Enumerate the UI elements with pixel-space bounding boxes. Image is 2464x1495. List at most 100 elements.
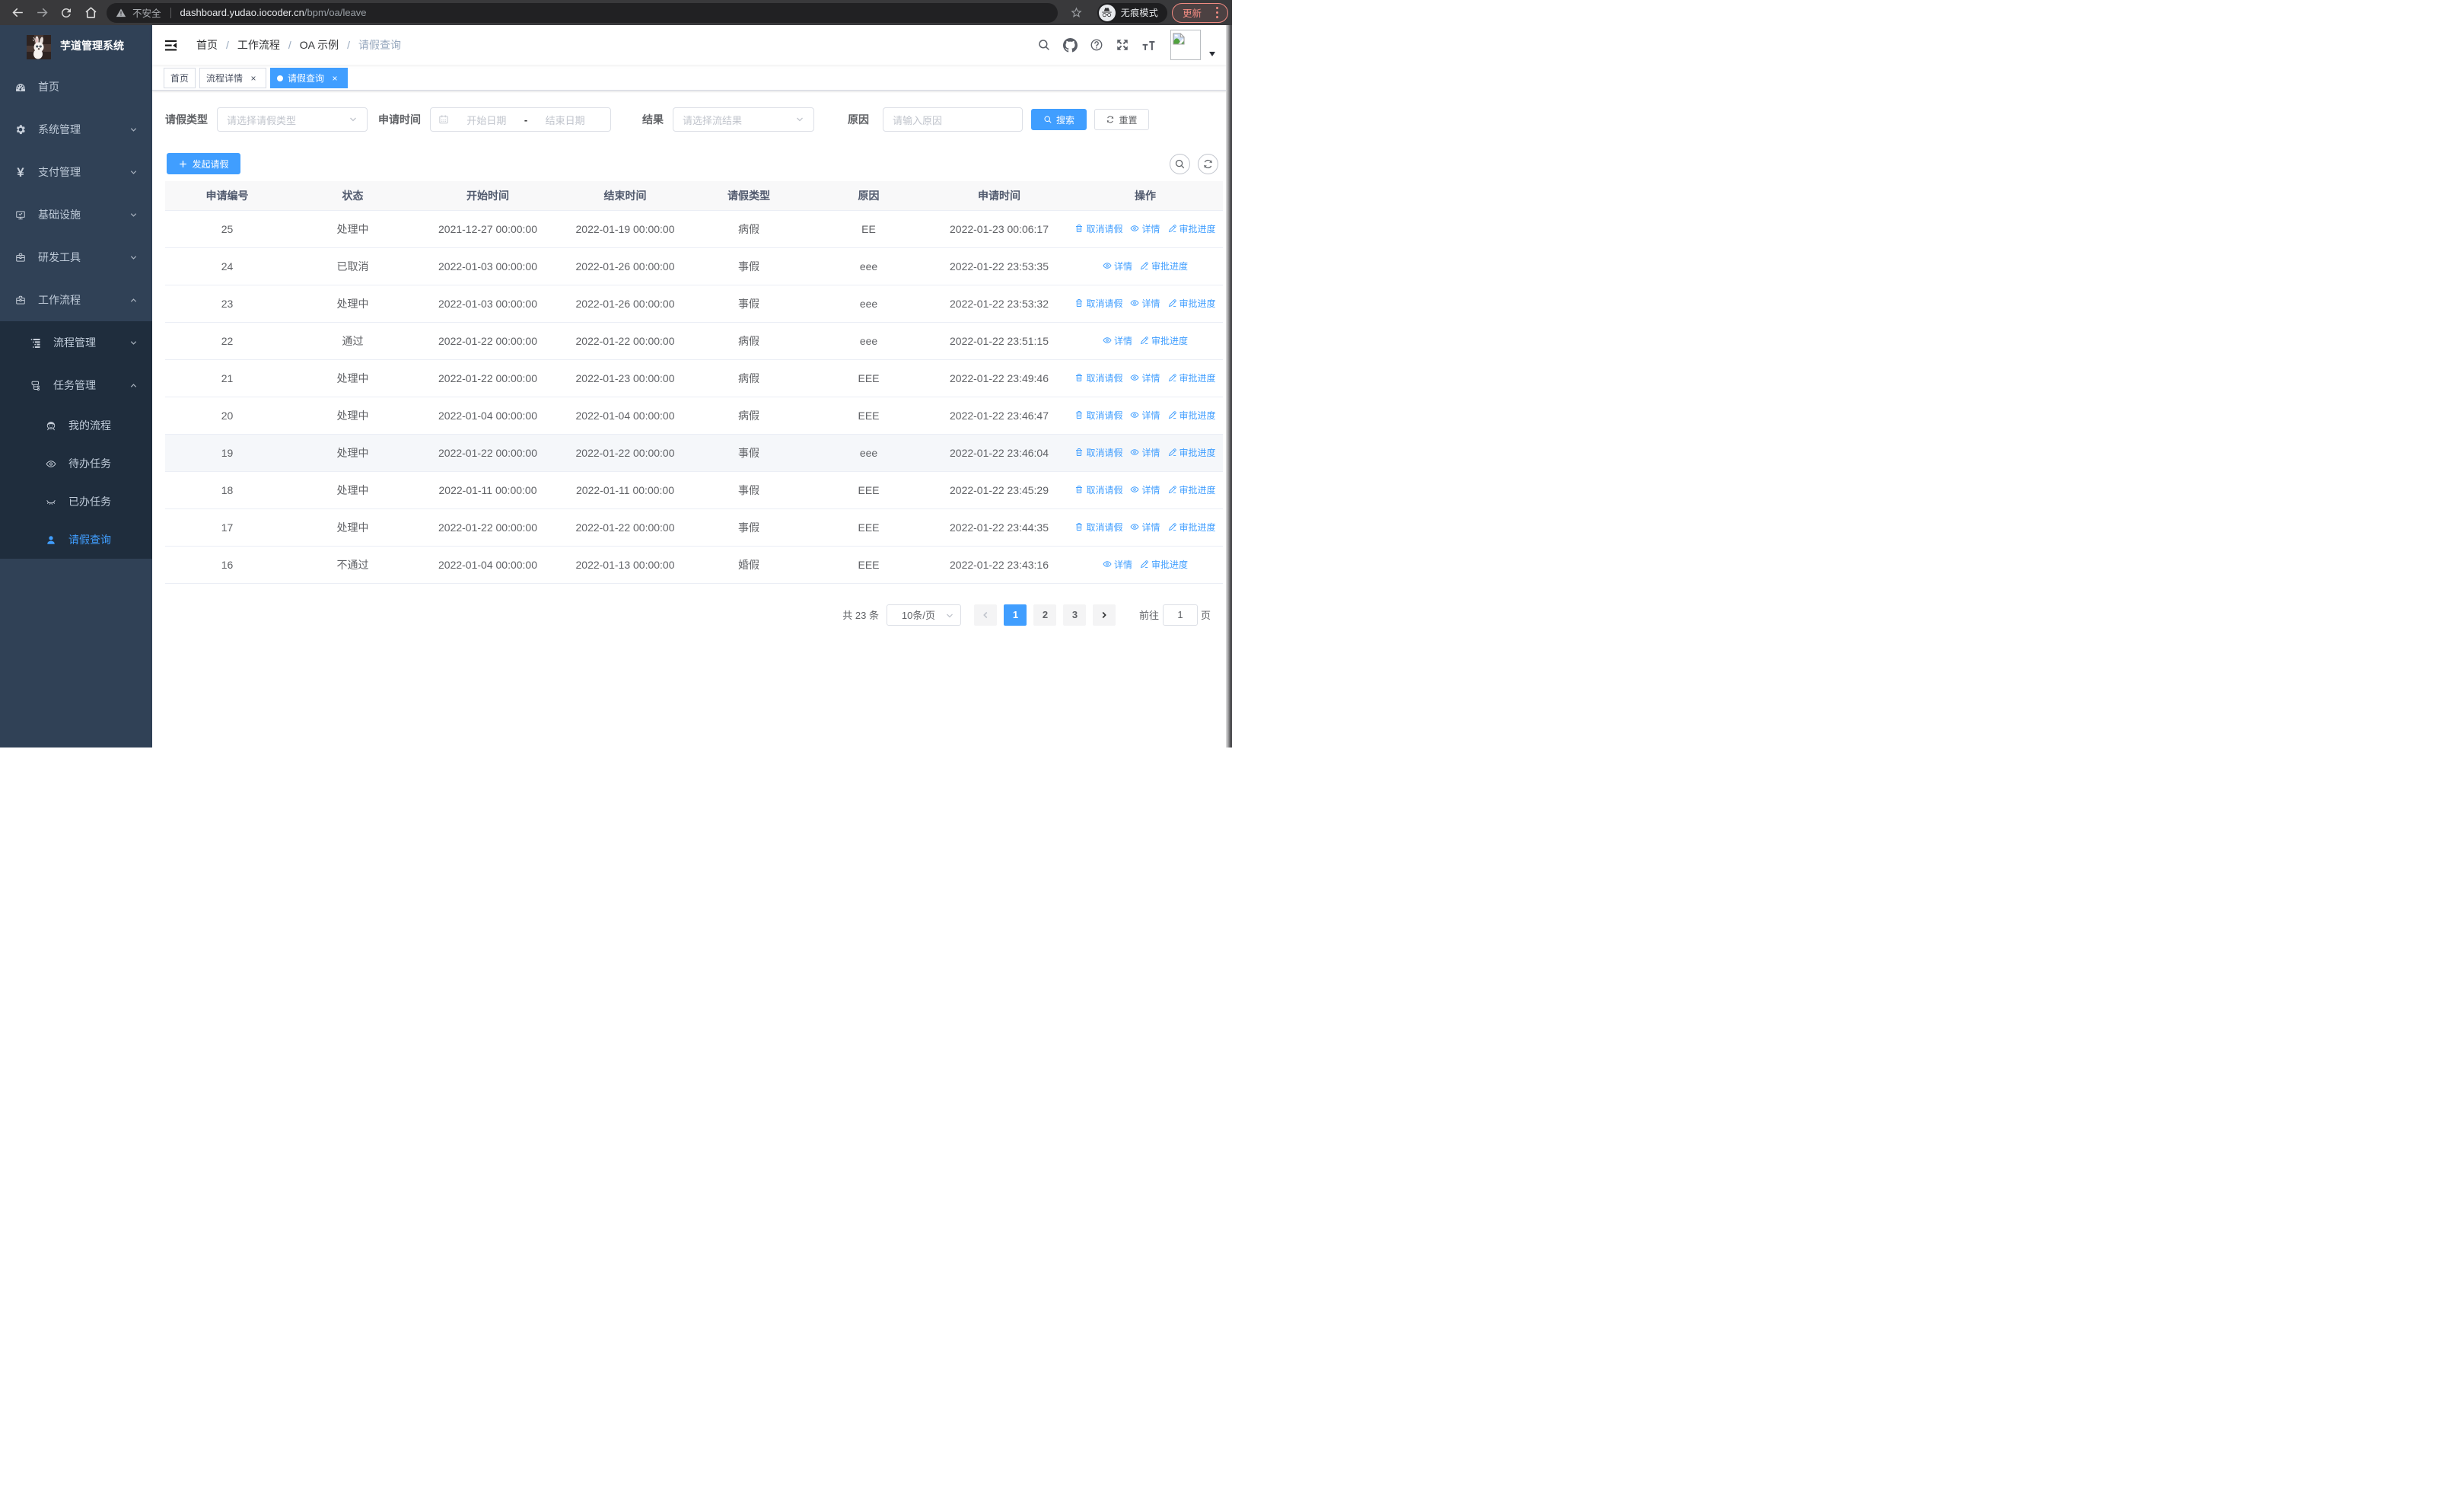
page-button-1[interactable]: 1 [1004, 604, 1027, 626]
browser-forward-button[interactable] [34, 5, 49, 21]
sidebar-item-9[interactable]: 我的流程 [0, 406, 152, 445]
approval-progress-link[interactable]: 审批进度 [1168, 521, 1216, 534]
next-page-button[interactable] [1093, 604, 1116, 626]
help-icon[interactable] [1084, 38, 1109, 52]
search-button[interactable]: 搜索 [1031, 109, 1087, 130]
table-search-toggle-button[interactable] [1170, 153, 1190, 174]
approval-progress-link[interactable]: 审批进度 [1168, 297, 1216, 310]
result-label: 结果 [642, 113, 664, 126]
sidebar-item-7[interactable]: 流程管理 [0, 321, 152, 364]
sidebar-item-10[interactable]: 待办任务 [0, 445, 152, 483]
sidebar-logo[interactable]: 芋道管理系统 [0, 25, 152, 65]
reason-input[interactable]: 请输入原因 [883, 107, 1023, 132]
table-refresh-button[interactable] [1198, 153, 1218, 174]
approval-progress-link[interactable]: 审批进度 [1168, 371, 1216, 384]
cancel-leave-link[interactable]: 取消请假 [1074, 521, 1122, 534]
cell-type: 病假 [691, 210, 807, 248]
breadcrumb-item[interactable]: 首页 [196, 37, 218, 53]
detail-link[interactable]: 详情 [1130, 409, 1160, 422]
address-bar[interactable]: 不安全 dashboard.yudao.iocoder.cn/bpm/oa/le… [107, 2, 1058, 23]
goto-page-input[interactable]: 1 [1162, 604, 1198, 626]
sidebar-item-4[interactable]: 基础设施 [0, 193, 152, 236]
sidebar-item-8[interactable]: 任务管理 [0, 364, 152, 406]
sidebar-item-12[interactable]: 请假查询 [0, 521, 152, 559]
cell-applied: 2022-01-22 23:53:32 [931, 285, 1068, 323]
url-host: dashboard.yudao.iocoder.cn [180, 7, 304, 18]
leave-type-select[interactable]: 请选择请假类型 [217, 107, 368, 132]
tab-close-icon[interactable]: × [329, 72, 341, 84]
calendar-icon [438, 114, 449, 125]
dashboard-icon [15, 81, 26, 93]
cancel-leave-link[interactable]: 取消请假 [1074, 483, 1122, 496]
incognito-icon [1098, 4, 1116, 21]
avatar-caret-icon [1209, 51, 1215, 56]
chevron-down-icon [129, 339, 138, 347]
cell-end: 2022-01-26 00:00:00 [559, 247, 691, 285]
sidebar-item-11[interactable]: 已办任务 [0, 483, 152, 521]
cancel-leave-link[interactable]: 取消请假 [1074, 222, 1122, 235]
cell-start: 2022-01-04 00:00:00 [416, 546, 559, 584]
cancel-leave-link[interactable]: 取消请假 [1074, 409, 1122, 422]
cancel-leave-link[interactable]: 取消请假 [1074, 446, 1122, 459]
sidebar-toggle-icon[interactable] [152, 38, 189, 53]
approval-progress-link[interactable]: 审批进度 [1140, 334, 1188, 347]
breadcrumb-item[interactable]: OA 示例 [300, 37, 339, 53]
tab-2[interactable]: 流程详情 × [199, 68, 267, 88]
cell-type: 婚假 [691, 546, 807, 584]
detail-link[interactable]: 详情 [1130, 521, 1160, 534]
page-button-2[interactable]: 2 [1033, 604, 1057, 626]
cell-start: 2022-01-11 00:00:00 [416, 471, 559, 509]
header-search-icon[interactable] [1031, 38, 1057, 52]
page-button-3[interactable]: 3 [1063, 604, 1087, 626]
cell-reason: EEE [807, 546, 931, 584]
detail-link[interactable]: 详情 [1130, 222, 1160, 235]
cell-id: 16 [165, 546, 289, 584]
prev-page-button[interactable] [974, 604, 998, 626]
approval-progress-link[interactable]: 审批进度 [1140, 260, 1188, 273]
sidebar-item-label: 待办任务 [68, 457, 111, 470]
fullscreen-icon[interactable] [1109, 38, 1135, 52]
browser-menu-icon[interactable] [1214, 6, 1221, 19]
approval-progress-link[interactable]: 审批进度 [1168, 446, 1216, 459]
create-leave-button[interactable]: 发起请假 [167, 153, 240, 174]
tab-close-icon[interactable]: × [247, 72, 259, 84]
detail-link[interactable]: 详情 [1130, 483, 1160, 496]
page-size-select[interactable]: 10条/页 [886, 604, 961, 626]
detail-link[interactable]: 详情 [1103, 558, 1132, 571]
sidebar-item-1[interactable]: 首页 [0, 65, 152, 108]
detail-link[interactable]: 详情 [1103, 260, 1132, 273]
tab-3[interactable]: 请假查询 × [270, 68, 349, 88]
cell-end: 2022-01-23 00:00:00 [559, 359, 691, 397]
sidebar-item-3[interactable]: ¥ 支付管理 [0, 151, 152, 193]
cell-id: 24 [165, 247, 289, 285]
breadcrumb-item[interactable]: 工作流程 [237, 37, 280, 53]
browser-chrome: 不安全 dashboard.yudao.iocoder.cn/bpm/oa/le… [0, 0, 1232, 25]
detail-link[interactable]: 详情 [1103, 334, 1132, 347]
sidebar-item-6[interactable]: 工作流程 [0, 279, 152, 321]
browser-scrollbar[interactable] [1226, 25, 1232, 748]
apply-time-range-picker[interactable]: 开始日期 - 结束日期 [430, 107, 611, 132]
bookmark-star-icon[interactable] [1066, 6, 1087, 19]
sidebar-item-5[interactable]: 研发工具 [0, 236, 152, 279]
cancel-leave-link[interactable]: 取消请假 [1074, 297, 1122, 310]
tab-1[interactable]: 首页 [164, 68, 196, 88]
approval-progress-link[interactable]: 审批进度 [1140, 558, 1188, 571]
browser-update-button[interactable]: 更新 [1172, 2, 1228, 23]
font-size-icon[interactable] [1135, 38, 1162, 53]
result-select[interactable]: 请选择流结果 [673, 107, 814, 132]
github-icon[interactable] [1057, 38, 1084, 53]
cancel-leave-link[interactable]: 取消请假 [1074, 371, 1122, 384]
user-avatar[interactable] [1170, 30, 1223, 60]
browser-reload-button[interactable] [59, 5, 74, 21]
browser-home-button[interactable] [83, 5, 98, 21]
browser-back-button[interactable] [10, 5, 25, 21]
approval-progress-link[interactable]: 审批进度 [1168, 222, 1216, 235]
approval-progress-link[interactable]: 审批进度 [1168, 409, 1216, 422]
reset-button[interactable]: 重置 [1094, 109, 1149, 130]
detail-link[interactable]: 详情 [1130, 446, 1160, 459]
table-header-row: 申请编号 状态 开始时间 结束时间 请假类型 原因 申请时间 操作 [165, 181, 1223, 211]
sidebar-item-2[interactable]: 系统管理 [0, 108, 152, 151]
detail-link[interactable]: 详情 [1130, 297, 1160, 310]
detail-link[interactable]: 详情 [1130, 371, 1160, 384]
approval-progress-link[interactable]: 审批进度 [1168, 483, 1216, 496]
